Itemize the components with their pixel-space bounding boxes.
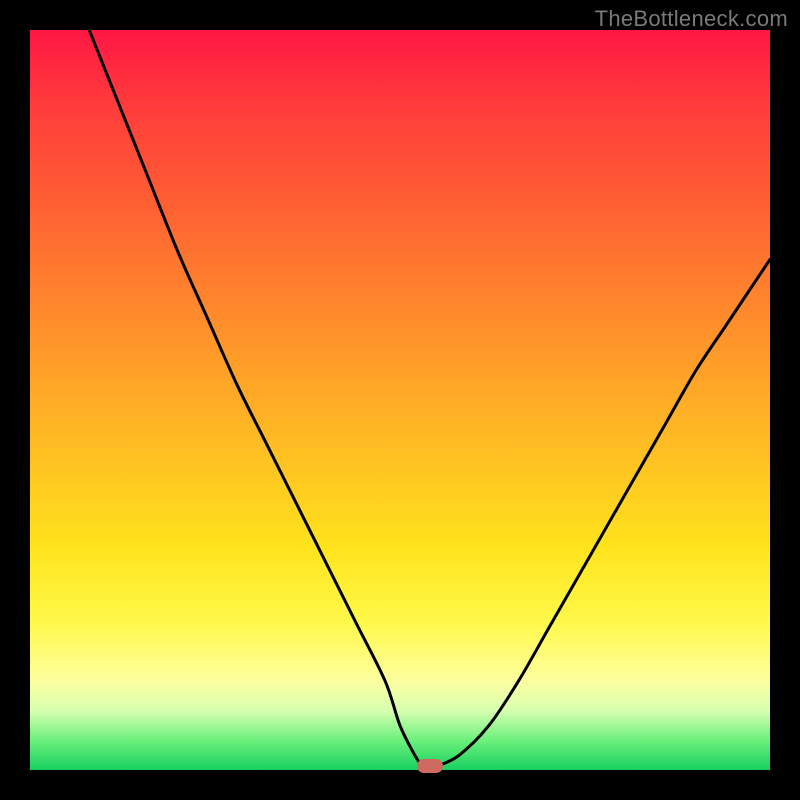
- curve-right-branch: [437, 259, 770, 766]
- curve-left-branch: [89, 30, 422, 766]
- chart-frame: TheBottleneck.com: [0, 0, 800, 800]
- watermark-text: TheBottleneck.com: [595, 6, 788, 32]
- plot-area: [30, 30, 770, 770]
- bottleneck-curve: [30, 30, 770, 770]
- optimum-marker: [417, 759, 443, 773]
